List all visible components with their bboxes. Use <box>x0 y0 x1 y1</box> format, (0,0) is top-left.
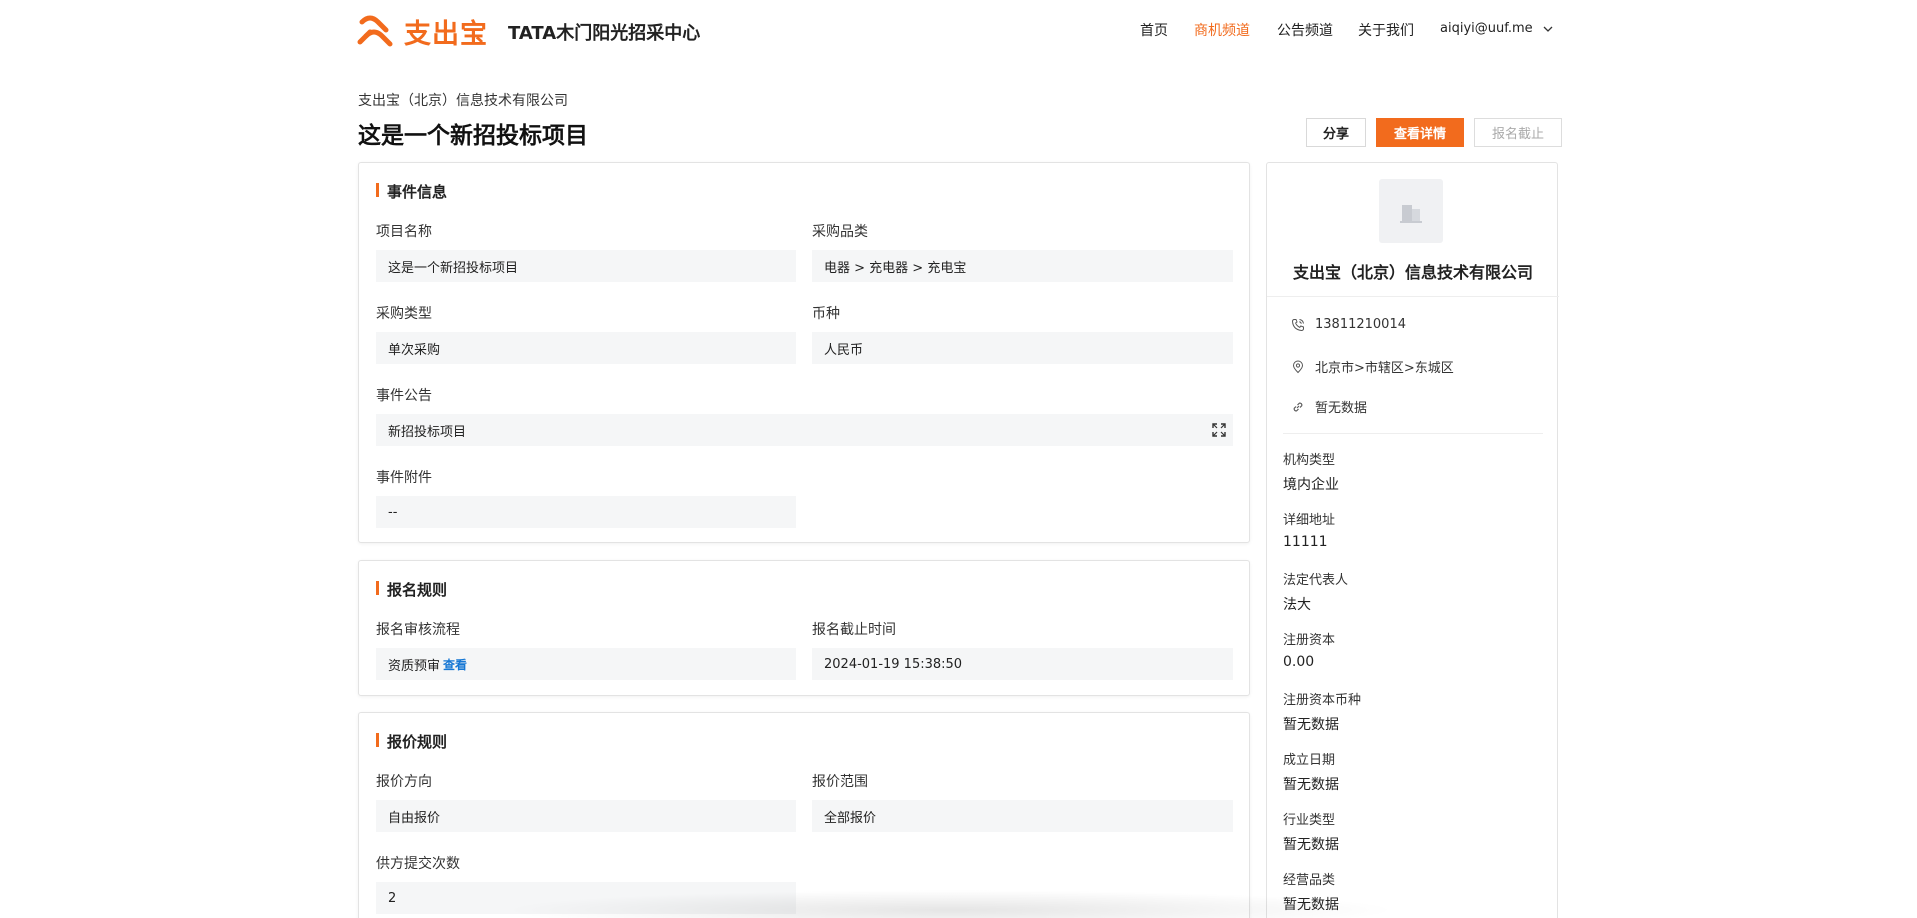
section-title: 报价规则 <box>376 731 447 752</box>
expand-icon[interactable] <box>1211 422 1227 438</box>
user-menu[interactable]: aiqiyi@uuf.me <box>1440 21 1553 36</box>
side-company-name: 支出宝（北京）信息技术有限公司 <box>1292 263 1533 282</box>
section-title: 事件信息 <box>376 181 447 202</box>
quote-direction-field: 自由报价 <box>376 800 796 832</box>
main-nav: 首页 商机频道 公告频道 关于我们 <box>0 20 1917 42</box>
user-email: aiqiyi@uuf.me <box>1440 21 1533 36</box>
info-label: 注册资本币种 <box>1283 693 1362 708</box>
project-name-field: 这是一个新招投标项目 <box>376 250 796 282</box>
info-value: 境内企业 <box>1283 477 1339 493</box>
contact-phone: 13811210014 <box>1291 317 1406 332</box>
info-value: 11111 <box>1283 534 1328 550</box>
category-field: 电器 > 充电器 > 充电宝 <box>812 250 1233 282</box>
chevron-down-icon <box>1543 26 1553 32</box>
submit-times-label: 供方提交次数 <box>376 856 460 872</box>
info-label: 详细地址 <box>1283 513 1336 528</box>
currency-field: 人民币 <box>812 332 1233 364</box>
nav-about[interactable]: 关于我们 <box>1358 20 1414 40</box>
signup-deadline-field: 2024-01-19 15:38:50 <box>812 648 1233 680</box>
company-profile-card: 支出宝（北京）信息技术有限公司 13811210014 北京市>市辖区>东城区 … <box>1266 162 1559 918</box>
quote-rules-card: 报价规则 报价方向 自由报价 报价范围 全部报价 供方提交次数 2 <box>358 712 1250 918</box>
link-icon <box>1293 402 1303 411</box>
currency-label: 币种 <box>812 306 840 322</box>
signup-deadline-label: 报名截止时间 <box>812 622 896 638</box>
info-label: 机构类型 <box>1283 453 1336 468</box>
divider <box>1267 296 1559 297</box>
review-process-field: 资质预审 查看 <box>376 648 796 680</box>
company-avatar <box>1379 179 1443 243</box>
phone-number: 13811210014 <box>1315 317 1406 332</box>
top-navigation-bar: 支出宝 TATA木门阳光招采中心 首页 商机频道 公告频道 关于我们 aiqiy… <box>0 0 1917 62</box>
view-review-link[interactable]: 查看 <box>443 656 467 673</box>
publisher-company: 支出宝（北京）信息技术有限公司 <box>358 93 568 109</box>
review-process-value: 资质预审 <box>388 658 441 674</box>
view-detail-button[interactable]: 查看详情 <box>1376 118 1464 147</box>
building-icon <box>1400 205 1422 223</box>
info-label: 行业类型 <box>1283 813 1336 828</box>
nav-opportunities[interactable]: 商机频道 <box>1194 20 1250 40</box>
share-button[interactable]: 分享 <box>1306 118 1366 147</box>
info-label: 注册资本 <box>1283 633 1336 648</box>
announcement-field: 新招投标项目 <box>376 414 1233 446</box>
info-value: 法大 <box>1283 597 1311 613</box>
event-info-card: 事件信息 项目名称 这是一个新招投标项目 采购品类 电器 > 充电器 > 充电宝… <box>358 162 1250 543</box>
action-buttons: 分享 查看详情 报名截止 <box>1306 118 1562 147</box>
quote-direction-label: 报价方向 <box>376 774 432 790</box>
contact-region: 北京市>市辖区>东城区 <box>1291 357 1454 376</box>
region-text: 北京市>市辖区>东城区 <box>1315 361 1454 376</box>
nav-announcements[interactable]: 公告频道 <box>1277 20 1333 40</box>
info-value: 暂无数据 <box>1283 897 1339 913</box>
info-value: 0.00 <box>1283 654 1315 670</box>
purchase-type-label: 采购类型 <box>376 306 432 322</box>
purchase-type-field: 单次采购 <box>376 332 796 364</box>
page-title: 这是一个新招投标项目 <box>358 123 588 149</box>
website-text: 暂无数据 <box>1315 401 1368 416</box>
info-value: 暂无数据 <box>1283 717 1339 733</box>
announcement-label: 事件公告 <box>376 388 432 404</box>
attachment-label: 事件附件 <box>376 470 432 486</box>
divider <box>1283 433 1543 434</box>
info-value: 暂无数据 <box>1283 837 1339 853</box>
signup-rules-card: 报名规则 报名审核流程 资质预审 查看 报名截止时间 2024-01-19 15… <box>358 560 1250 696</box>
review-process-label: 报名审核流程 <box>376 622 460 638</box>
info-value: 暂无数据 <box>1283 777 1339 793</box>
contact-website: 暂无数据 <box>1291 397 1367 416</box>
nav-home[interactable]: 首页 <box>1140 20 1168 40</box>
announcement-text: 新招投标项目 <box>388 424 467 440</box>
attachment-field: -- <box>376 496 796 528</box>
info-label: 成立日期 <box>1283 753 1336 768</box>
quote-scope-field: 全部报价 <box>812 800 1233 832</box>
info-label: 经营品类 <box>1283 873 1336 888</box>
signup-closed-button[interactable]: 报名截止 <box>1474 118 1562 147</box>
location-icon <box>1292 360 1304 373</box>
phone-icon <box>1291 318 1304 331</box>
project-name-label: 项目名称 <box>376 224 432 240</box>
info-label: 法定代表人 <box>1283 573 1349 588</box>
section-title: 报名规则 <box>376 579 447 600</box>
submit-times-field: 2 <box>376 882 796 914</box>
category-label: 采购品类 <box>812 224 868 240</box>
quote-scope-label: 报价范围 <box>812 774 868 790</box>
